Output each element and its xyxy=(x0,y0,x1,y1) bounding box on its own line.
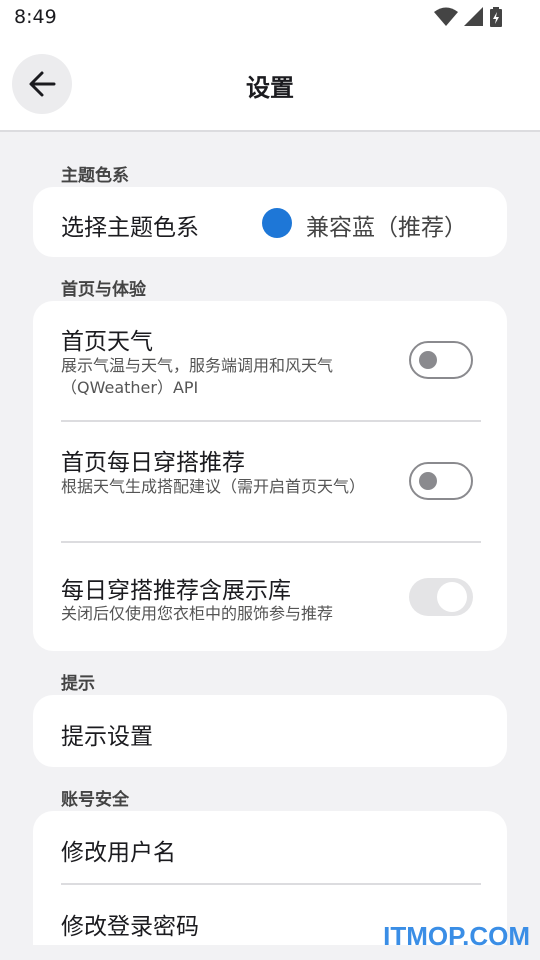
showcase-subtitle: 关闭后仅使用您衣柜中的服饰参与推荐 xyxy=(61,604,334,623)
status-icons xyxy=(434,7,502,27)
signal-icon xyxy=(464,7,483,26)
section-label-home: 首页与体验 xyxy=(61,280,146,300)
tips-row-title: 提示设置 xyxy=(61,724,153,750)
home-weather-title: 首页天气 xyxy=(61,329,153,355)
home-weather-toggle[interactable] xyxy=(409,341,473,379)
divider xyxy=(61,883,481,885)
status-time: 8:49 xyxy=(14,6,57,28)
theme-select-row[interactable]: 选择主题色系 兼容蓝（推荐） xyxy=(33,187,507,257)
battery-icon xyxy=(490,7,502,27)
watermark-logo: ITMOP.COM xyxy=(383,921,530,951)
change-password-row[interactable]: 修改登录密码 xyxy=(61,907,199,941)
change-username-row[interactable]: 修改用户名 xyxy=(61,833,176,867)
status-bar: 8:49 xyxy=(0,0,540,36)
page-title: 设置 xyxy=(246,74,294,102)
home-outfit-subtitle: 根据天气生成搭配建议（需开启首页天气） xyxy=(61,477,366,496)
home-weather-subtitle: 展示气温与天气，服务端调用和风天气（QWeather）API xyxy=(61,356,334,397)
theme-color-swatch xyxy=(262,208,292,238)
home-outfit-toggle[interactable] xyxy=(409,462,473,500)
section-label-theme: 主题色系 xyxy=(61,166,129,186)
toggle-knob xyxy=(437,582,467,612)
toggle-knob xyxy=(419,351,437,369)
home-outfit-title: 首页每日穿搭推荐 xyxy=(61,450,245,476)
showcase-title: 每日穿搭推荐含展示库 xyxy=(61,578,291,604)
home-settings-card: 首页天气 展示气温与天气，服务端调用和风天气（QWeather）API 首页每日… xyxy=(33,301,507,651)
divider xyxy=(61,420,481,422)
divider xyxy=(61,541,481,543)
app-bar: 设置 xyxy=(0,36,540,132)
theme-value: 兼容蓝（推荐） xyxy=(306,215,467,241)
showcase-toggle[interactable] xyxy=(409,578,473,616)
theme-row-title: 选择主题色系 xyxy=(61,215,199,241)
wifi-icon xyxy=(434,7,458,26)
tips-settings-row[interactable]: 提示设置 xyxy=(33,695,507,767)
section-label-account: 账号安全 xyxy=(61,790,129,810)
toggle-knob xyxy=(419,472,437,490)
section-label-tips: 提示 xyxy=(61,674,95,694)
